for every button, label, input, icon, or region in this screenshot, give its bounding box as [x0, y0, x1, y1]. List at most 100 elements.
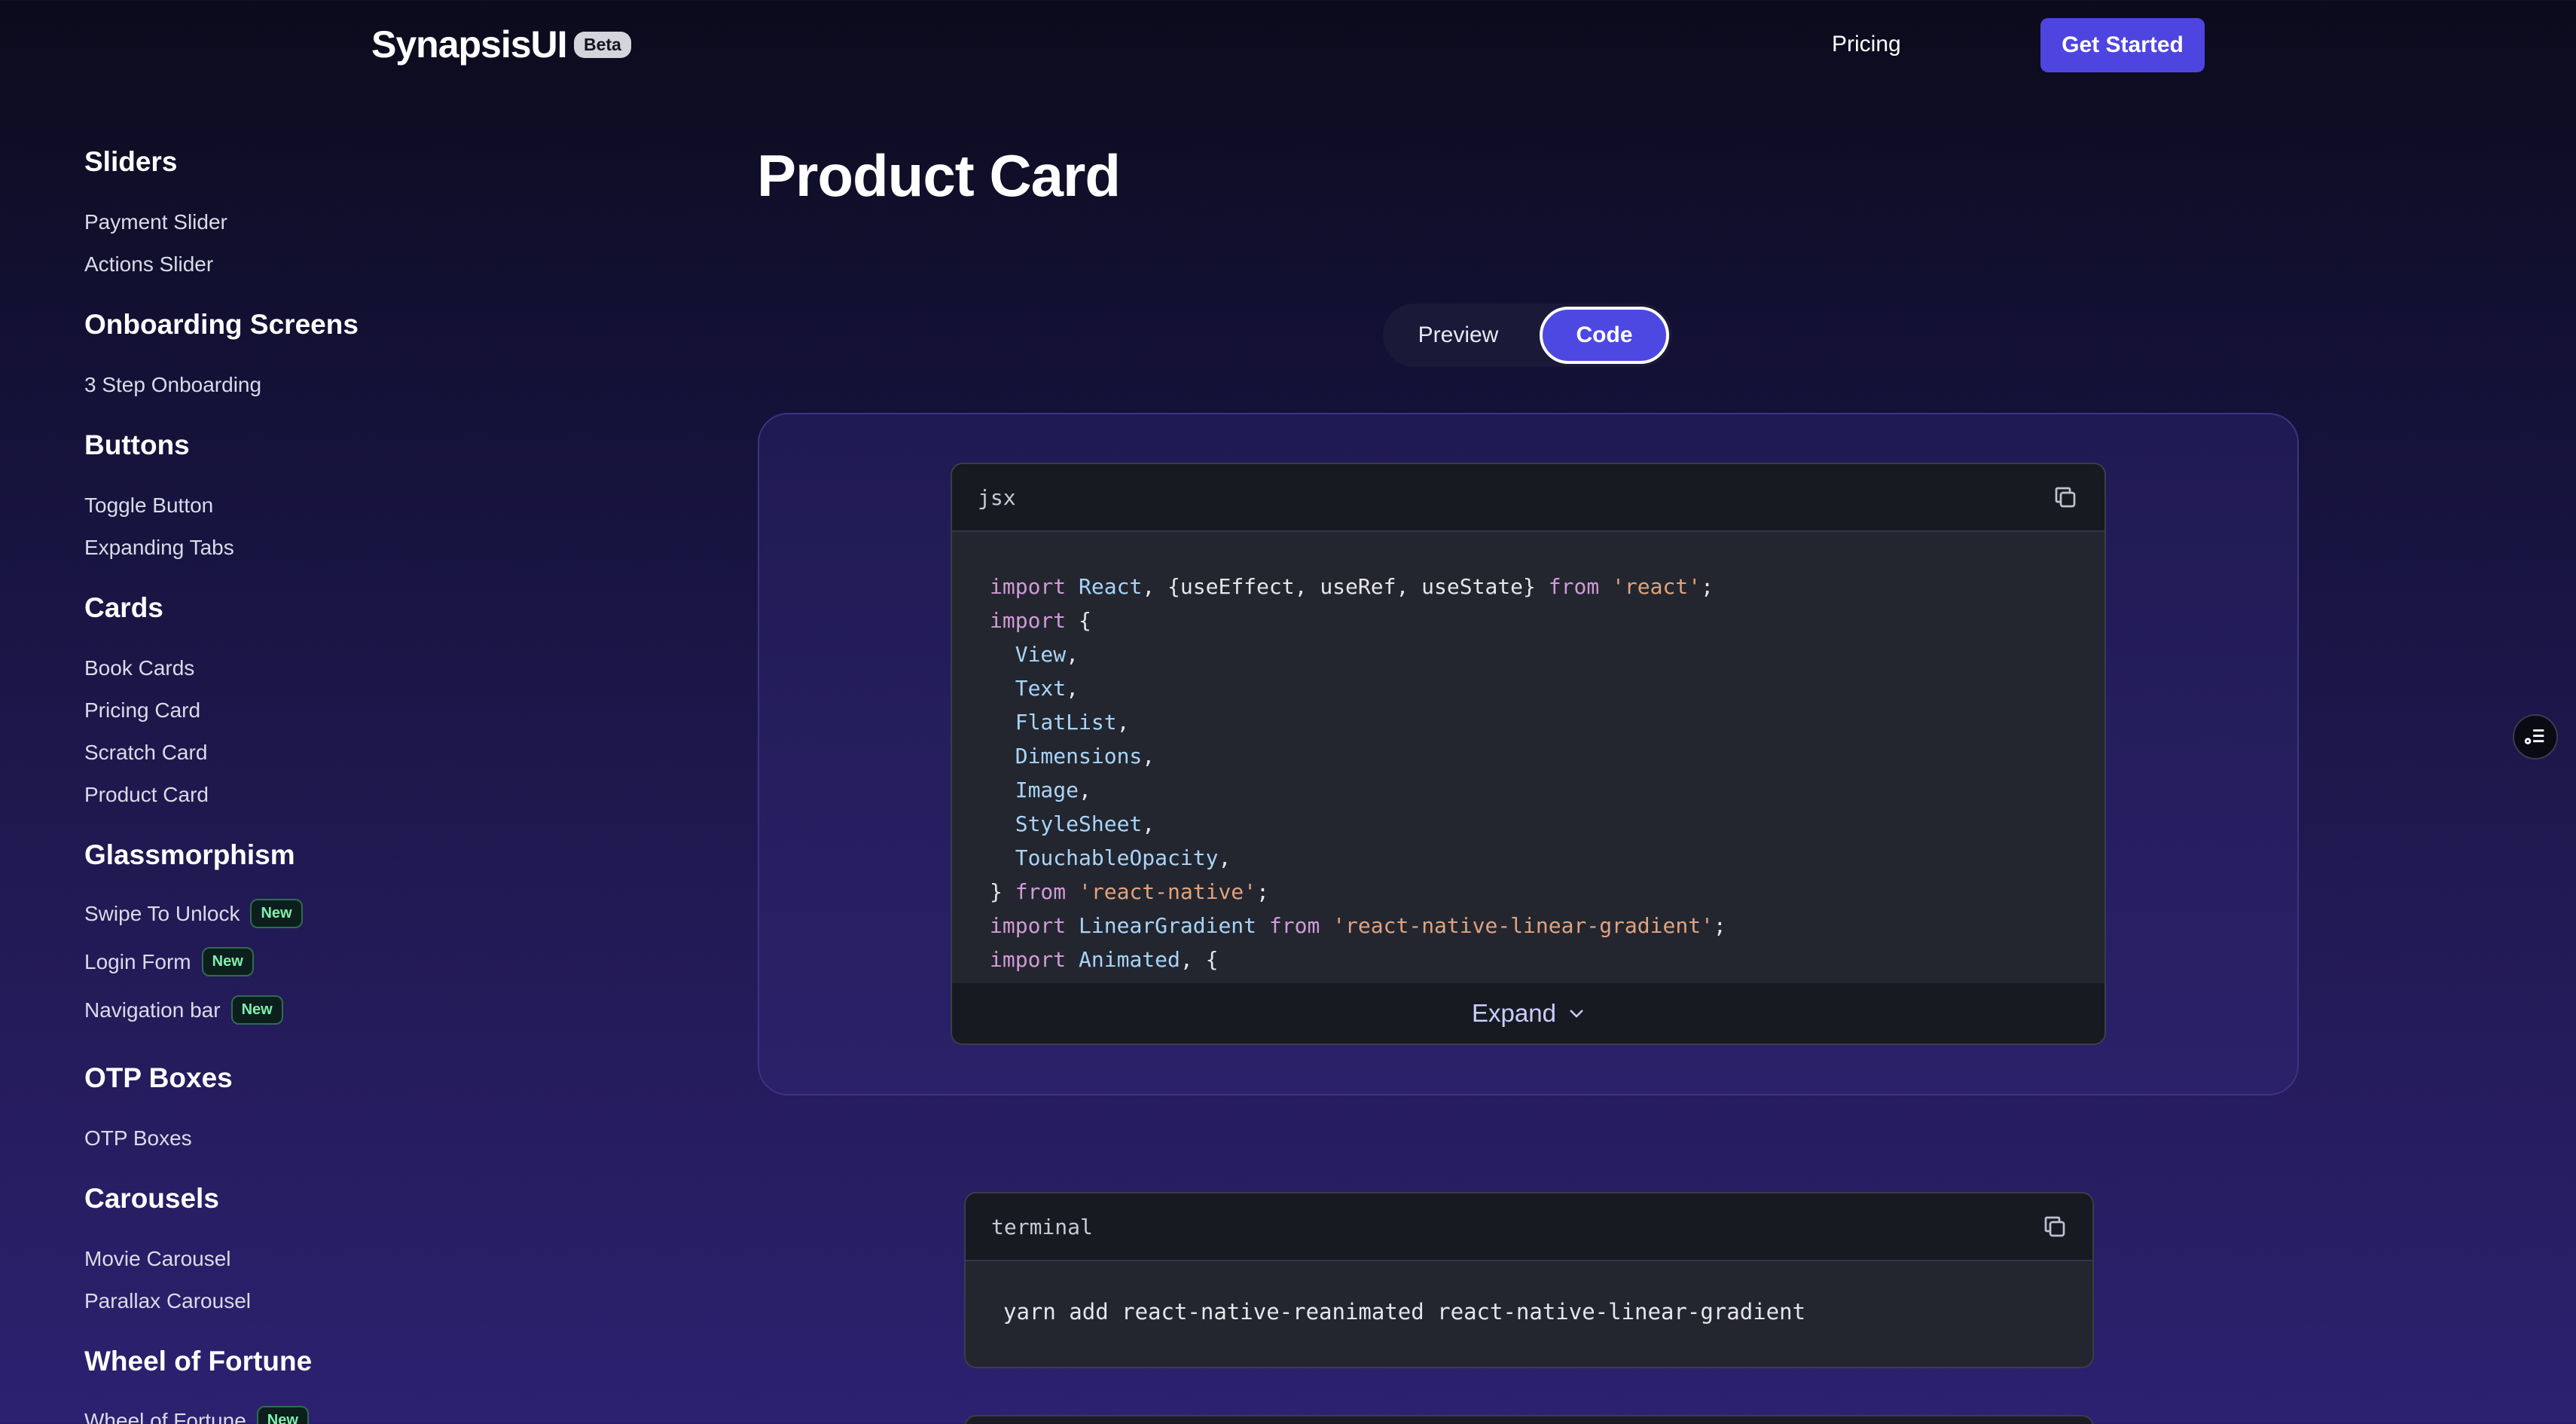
sidebar-item-label: Parallax Carousel: [84, 1289, 251, 1312]
code-token: ,: [1218, 845, 1232, 870]
sidebar-item-label: Actions Slider: [84, 252, 214, 276]
code-line: import React, {useEffect, useRef, useSta…: [990, 570, 2082, 604]
sidebar-item-toggle-button[interactable]: Toggle Button: [84, 494, 213, 518]
chevron-down-icon: [1570, 1010, 1583, 1018]
code-token: from: [1548, 574, 1600, 599]
code-token: ;: [1256, 879, 1269, 904]
code-token: LinearGradient: [1079, 913, 1257, 938]
sidebar-item-product-card[interactable]: Product Card: [84, 783, 209, 807]
code-token: ,: [1142, 744, 1155, 769]
code-line: Dimensions,: [990, 739, 2082, 773]
sidebar-item-label: Wheel of Fortune: [84, 1408, 246, 1424]
expand-button[interactable]: Expand: [952, 983, 2104, 1044]
terminal-label: terminal: [991, 1215, 1093, 1239]
code-line: TouchableOpacity,: [990, 841, 2082, 875]
code-token: StyleSheet: [1015, 811, 1143, 836]
sidebar-item-expanding-tabs[interactable]: Expanding Tabs: [84, 536, 234, 560]
code-token: ,: [1066, 642, 1079, 667]
code-content: import React, {useEffect, useRef, useSta…: [990, 570, 2082, 1010]
code-line: } from 'react-native';: [990, 875, 2082, 909]
code-token: ,: [1116, 710, 1130, 735]
code-token: Text: [1015, 676, 1067, 701]
new-badge: New: [230, 995, 283, 1025]
code-token: import: [990, 913, 1067, 938]
code-token: , {: [1180, 947, 1219, 972]
sidebar-heading: Sliders: [84, 146, 178, 177]
new-badge: New: [201, 947, 254, 976]
code-token: 'react-native-linear-gradient': [1332, 913, 1714, 938]
code-line: View,: [990, 637, 2082, 671]
sidebar-item-pricing-card[interactable]: Pricing Card: [84, 698, 200, 723]
code-line: Text,: [990, 671, 2082, 705]
code-token: TouchableOpacity: [1015, 845, 1219, 870]
sidebar-item-parallax-carousel[interactable]: Parallax Carousel: [84, 1289, 251, 1313]
sidebar-item-wheel-of-fortune[interactable]: Wheel of Fortune New: [84, 1406, 309, 1424]
sidebar-item-payment-slider[interactable]: Payment Slider: [84, 210, 227, 234]
page-title: Product Card: [757, 142, 1121, 209]
nav-link-pricing[interactable]: Pricing: [1832, 32, 1901, 57]
sidebar-item-label: Payment Slider: [84, 210, 227, 234]
code-token: import: [990, 947, 1067, 972]
new-badge: New: [250, 899, 303, 928]
sidebar-heading: OTP Boxes: [84, 1062, 233, 1093]
code-token: from: [1015, 879, 1067, 904]
sidebar-item-movie-carousel[interactable]: Movie Carousel: [84, 1247, 231, 1271]
get-started-button[interactable]: Get Started: [2040, 18, 2205, 72]
code-token: Animated: [1079, 947, 1180, 972]
code-line: StyleSheet,: [990, 807, 2082, 841]
sidebar-nav: Sliders Payment Slider Actions Slider On…: [84, 0, 612, 1424]
code-token: , {useEffect, useRef, useState}: [1142, 574, 1549, 599]
code-token: ;: [1701, 574, 1714, 599]
code-token: 'react-native': [1079, 879, 1257, 904]
code-line: FlatList,: [990, 705, 2082, 739]
sidebar-item-navigation-bar[interactable]: Navigation bar New: [84, 995, 283, 1025]
sidebar-item-label: Pricing Card: [84, 698, 201, 722]
code-token: Dimensions: [1015, 744, 1143, 769]
code-token: View: [1015, 642, 1067, 667]
copy-icon[interactable]: [2052, 484, 2079, 511]
sidebar-item-3-step-onboarding[interactable]: 3 Step Onboarding: [84, 373, 261, 397]
tab-code[interactable]: Code: [1540, 307, 1669, 364]
next-code-block: [964, 1415, 2094, 1424]
sidebar-heading: Wheel of Fortune: [84, 1346, 313, 1377]
sidebar-item-actions-slider[interactable]: Actions Slider: [84, 252, 213, 277]
sidebar-item-label: 3 Step Onboarding: [84, 373, 262, 396]
table-of-contents-button[interactable]: [2513, 714, 2558, 759]
code-token: }: [990, 879, 1015, 904]
sidebar-item-label: Toggle Button: [84, 494, 214, 517]
code-block: jsx import React, {useEffect, useRef, us…: [951, 463, 2106, 1045]
preview-code-toggle: Preview Code: [1383, 304, 1672, 367]
code-token: 'react': [1612, 574, 1702, 599]
code-token: import: [990, 574, 1067, 599]
sidebar-item-label: Login Form: [84, 949, 191, 973]
sidebar-item-otp-boxes[interactable]: OTP Boxes: [84, 1126, 192, 1151]
copy-icon[interactable]: [2041, 1213, 2068, 1240]
sidebar-item-label: OTP Boxes: [84, 1126, 192, 1150]
code-token: ;: [1713, 913, 1726, 938]
code-token: React: [1079, 574, 1143, 599]
sidebar-item-scratch-card[interactable]: Scratch Card: [84, 741, 207, 765]
sidebar-item-label: Book Cards: [84, 656, 195, 680]
terminal-header: terminal: [966, 1193, 2092, 1261]
sidebar-item-book-cards[interactable]: Book Cards: [84, 656, 194, 680]
sidebar-item-label: Scratch Card: [84, 741, 208, 764]
sidebar-item-label: Expanding Tabs: [84, 536, 234, 559]
table-of-contents-icon: [2524, 729, 2544, 744]
code-line: import Animated, {: [990, 943, 2082, 976]
expand-label: Expand: [1472, 999, 1556, 1027]
code-token: ,: [1079, 778, 1091, 802]
tab-preview[interactable]: Preview: [1383, 304, 1534, 367]
sidebar-item-swipe-to-unlock[interactable]: Swipe To Unlock New: [84, 899, 303, 928]
sidebar-item-login-form[interactable]: Login Form New: [84, 947, 254, 976]
new-badge: New: [256, 1406, 309, 1424]
